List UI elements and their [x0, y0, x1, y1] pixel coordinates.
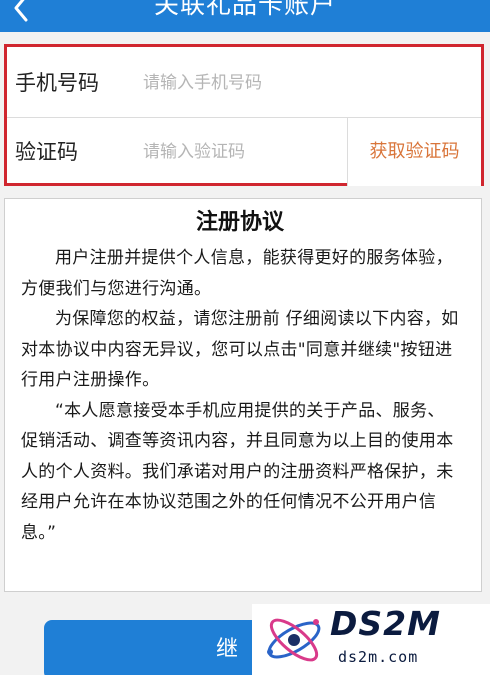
account-form: 手机号码 验证码 获取验证码: [4, 44, 484, 186]
atom-logo-icon: [262, 608, 326, 672]
top-nav-bar: 关联礼品卡账户: [0, 0, 490, 32]
agreement-paragraph: 用户注册并提供个人信息，能获得更好的服务体验，方便我们与您进行沟通。: [21, 248, 453, 299]
code-label: 验证码: [15, 140, 78, 164]
watermark-brand: DS2M: [330, 604, 441, 643]
continue-button-label: 继: [216, 637, 239, 662]
code-row: 验证码 获取验证码: [7, 118, 481, 186]
get-code-button[interactable]: 获取验证码: [347, 118, 481, 186]
phone-label: 手机号码: [15, 71, 99, 95]
page-title: 关联礼品卡账户: [153, 0, 336, 19]
agreement-paragraph: 为保障您的权益，请您注册前 仔细阅读以下内容，如对本协议中内容无异议，您可以点击…: [21, 309, 459, 390]
watermark-logo: DS2M ds2m.com: [252, 604, 490, 675]
agreement-card: 注册协议 用户注册并提供个人信息，能获得更好的服务体验，方便我们与您进行沟通。 …: [4, 198, 482, 592]
phone-row: 手机号码: [7, 49, 481, 118]
agreement-paragraph: “本人愿意接受本手机应用提供的关于产品、服务、促销活动、调查等资讯内容，并且同意…: [21, 400, 454, 543]
verification-code-input[interactable]: [143, 134, 333, 170]
agreement-title: 注册协议: [195, 210, 284, 235]
watermark-domain: ds2m.com: [338, 648, 419, 666]
phone-input[interactable]: [143, 65, 333, 101]
screen: 关联礼品卡账户 手机号码 验证码 获取验证码 注册协议 用户注册并提供个人信息，…: [0, 0, 490, 675]
